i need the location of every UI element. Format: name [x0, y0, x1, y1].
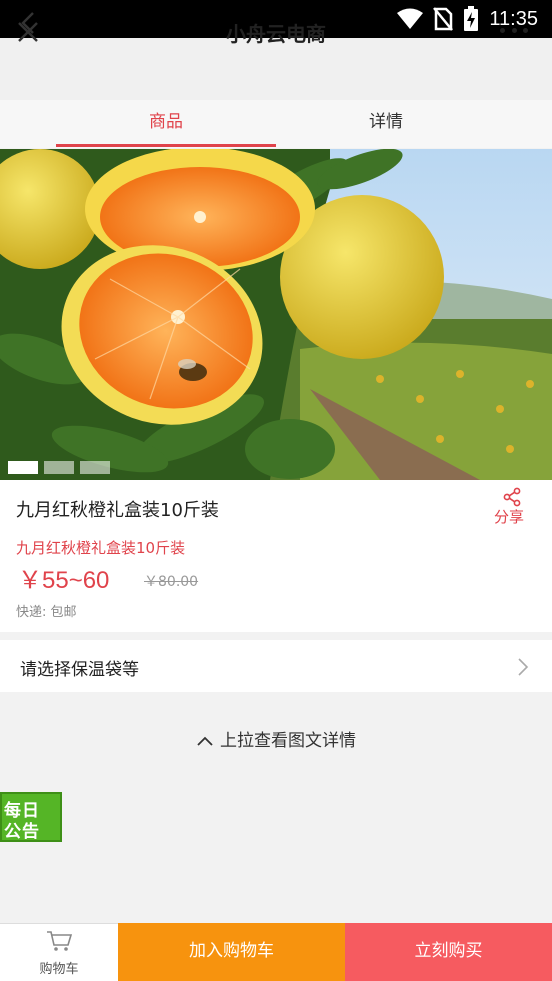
cart-label: 购物车 — [39, 962, 79, 977]
more-dot — [500, 27, 505, 33]
product-subtitle: 九月红秋橙礼盒装10斤装 — [16, 539, 186, 557]
chevron-up-icon — [197, 736, 213, 746]
slide-indicator[interactable] — [80, 461, 110, 474]
chevron-right-icon — [518, 658, 529, 676]
more-dot — [511, 27, 517, 33]
pull-up-hint-text: 上拉查看图文详情 — [220, 731, 356, 751]
tab-goods[interactable]: 商品 — [56, 100, 276, 146]
option-select-label: 请选择保温袋等 — [20, 660, 139, 680]
more-icon[interactable] — [500, 24, 528, 36]
cart-icon — [47, 931, 73, 951]
shipping-info: 快递: 包邮 — [16, 605, 77, 620]
more-dot — [523, 27, 528, 33]
buy-now-button[interactable]: 立刻购买 — [345, 923, 552, 981]
active-tab-indicator — [56, 144, 276, 147]
original-price: ￥80.00 — [144, 574, 199, 590]
product-price: ￥55~60 — [18, 567, 110, 594]
back-arrow-icon[interactable] — [16, 10, 40, 36]
slide-indicator-active[interactable] — [8, 461, 38, 474]
title-bar — [0, 38, 552, 100]
slide-indicator[interactable] — [44, 461, 74, 474]
share-icon[interactable] — [502, 487, 522, 507]
tab-detail[interactable]: 详情 — [276, 100, 496, 146]
add-to-cart-button[interactable]: 加入购物车 — [118, 923, 345, 981]
pull-up-hint: 上拉查看图文详情 — [0, 726, 552, 751]
page-title: 小舟云电商 — [226, 22, 326, 46]
product-image[interactable] — [0, 149, 552, 480]
daily-notice-line2: 公告 — [4, 822, 40, 842]
product-title: 九月红秋橙礼盒装10斤装 — [16, 500, 219, 521]
share-button[interactable]: 分享 — [494, 506, 524, 527]
